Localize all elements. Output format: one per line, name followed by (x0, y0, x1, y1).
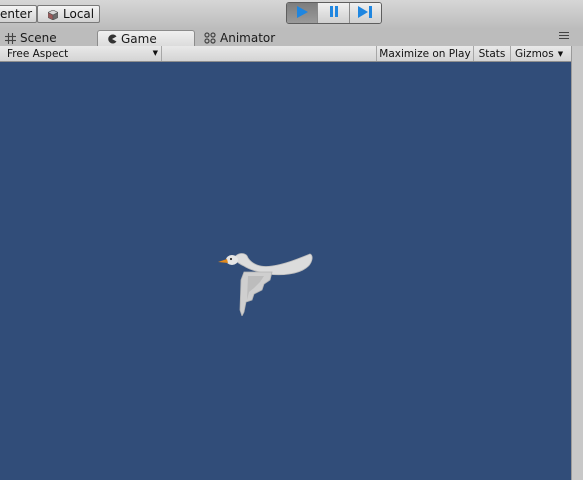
tab-game-label: Game (121, 31, 157, 46)
aspect-value: Free Aspect (7, 47, 69, 60)
step-icon (357, 5, 373, 22)
pivot-local-label: Local (63, 7, 95, 21)
swan-sprite (218, 253, 313, 316)
pause-button[interactable] (318, 3, 350, 23)
tab-animator[interactable]: Animator (204, 30, 294, 46)
maximize-on-play-toggle[interactable]: Maximize on Play (376, 46, 473, 61)
view-tab-bar: Scene Game Animator (0, 28, 583, 47)
gizmos-label: Gizmos (515, 47, 554, 60)
tab-animator-label: Animator (220, 31, 276, 45)
game-viewport[interactable] (0, 62, 571, 480)
main-toolbar: Center Local (0, 0, 583, 28)
tab-scene[interactable]: Scene (5, 30, 95, 46)
animator-icon (204, 32, 216, 44)
stats-toggle[interactable]: Stats (473, 46, 510, 61)
tab-scene-label: Scene (20, 31, 57, 45)
play-icon (295, 5, 309, 22)
game-pacman-icon (107, 34, 117, 44)
aspect-dropdown[interactable]: Free Aspect ▼ (2, 46, 162, 61)
stats-label: Stats (478, 47, 506, 60)
local-cube-icon (47, 9, 59, 21)
maximize-on-play-label: Maximize on Play (379, 47, 471, 60)
scene-hash-icon (5, 32, 16, 44)
pause-icon (328, 5, 340, 21)
game-view-controls: Free Aspect ▼ Maximize on Play Stats Giz… (0, 46, 571, 62)
step-button[interactable] (349, 3, 381, 23)
dropdown-arrow-icon: ▼ (152, 49, 158, 57)
pivot-center-label: Center (0, 7, 32, 21)
pivot-local-button[interactable]: Local (37, 5, 100, 23)
dropdown-arrow-icon: ▼ (557, 49, 564, 58)
panel-menu-icon[interactable] (559, 32, 569, 41)
tab-game[interactable]: Game (97, 30, 195, 46)
gizmos-dropdown[interactable]: Gizmos ▼ (510, 46, 571, 61)
play-button[interactable] (287, 3, 319, 23)
pivot-center-button[interactable]: Center (0, 5, 37, 23)
panel-edge (571, 46, 583, 480)
playback-controls (286, 2, 382, 24)
